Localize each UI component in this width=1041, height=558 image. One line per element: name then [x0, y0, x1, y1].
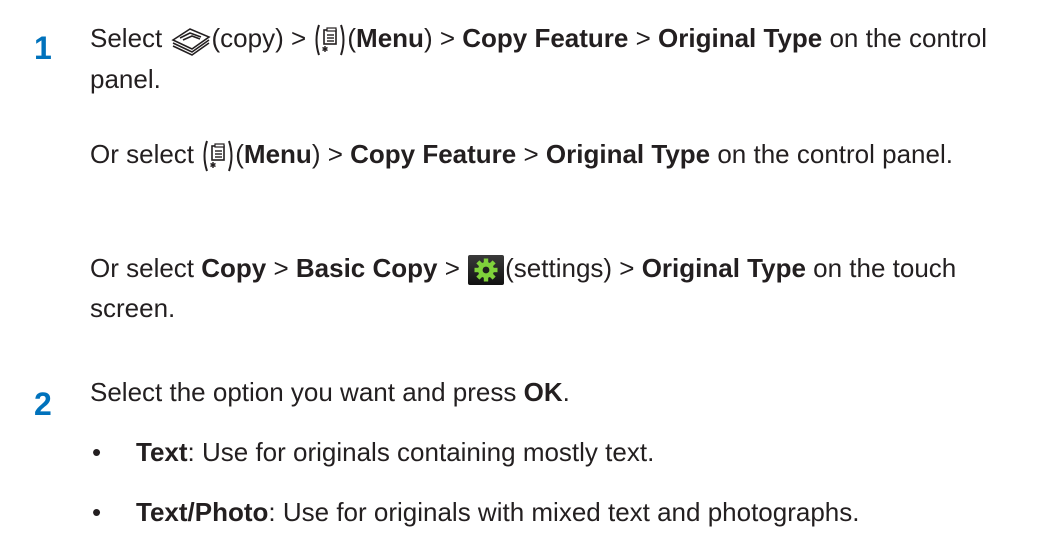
step-1-instruction: Select (copy) > (Menu) > Copy Feature > …	[90, 23, 988, 95]
menu-icon	[203, 140, 233, 172]
step-2-number: 2	[34, 386, 52, 422]
step-1-number: 1	[34, 30, 52, 66]
bullet-marker: •	[92, 497, 102, 527]
step-1-alternative-2: Or select Copy > Basic Copy > (settings)…	[90, 253, 957, 323]
menu-icon	[315, 24, 345, 56]
bullet-marker: •	[92, 437, 102, 467]
settings-gear-icon	[468, 255, 505, 286]
instruction-page: 1 Select (copy) > (Menu) > Copy Feature …	[0, 0, 1041, 558]
copy-icon	[170, 28, 211, 57]
option-text-photo: Text/Photo: Use for originals with mixed…	[136, 497, 860, 527]
option-text: Text: Use for originals containing mostl…	[136, 437, 655, 467]
step-2-instruction: Select the option you want and press OK.	[90, 377, 570, 407]
step-1-alternative-1: Or select (Menu) > Copy Feature > Origin…	[90, 134, 1020, 175]
